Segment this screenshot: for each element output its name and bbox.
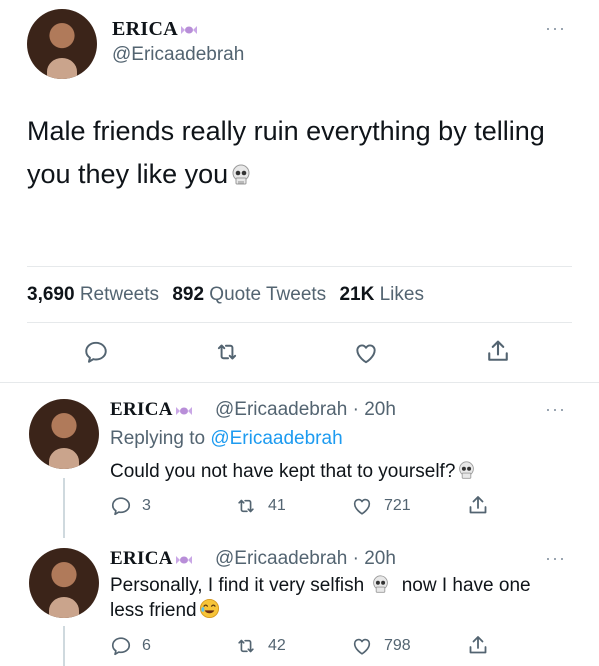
reply-icon	[85, 341, 107, 363]
retweets-label[interactable]: Retweets	[80, 284, 159, 305]
display-name[interactable]: ERICA	[110, 399, 192, 421]
replying-to-handle[interactable]: @Ericaadebrah	[210, 428, 342, 449]
more-icon[interactable]: ···	[545, 548, 566, 569]
skull-emoji-icon	[373, 575, 389, 593]
like-count: 721	[384, 497, 411, 514]
reply-count: 6	[142, 637, 151, 654]
candy-emoji-icon	[175, 406, 192, 415]
retweet-button[interactable]: 41	[234, 495, 286, 517]
tweet-meta[interactable]: @Ericaadebrah · 20h	[215, 548, 396, 570]
tweet-text-content: Male friends really ruin everything by t…	[27, 116, 545, 189]
reply-text-line2: less friend	[110, 600, 197, 621]
display-name-text: ERICA	[110, 548, 173, 569]
tweet-stats: 3,690 Retweets 892 Quote Tweets 21K Like…	[27, 284, 432, 306]
quotes-count[interactable]: 892	[172, 284, 204, 305]
reply-text-part2: now I have one	[401, 575, 531, 596]
share-icon	[469, 496, 487, 514]
likes-label[interactable]: Likes	[380, 284, 424, 305]
share-button[interactable]	[466, 493, 490, 517]
avatar[interactable]	[29, 548, 99, 618]
tweet-text: Male friends really ruin everything by t…	[27, 110, 567, 196]
like-count: 798	[384, 637, 411, 654]
like-icon	[353, 498, 371, 515]
reply-icon	[111, 497, 131, 516]
tweet-meta[interactable]: @Ericaadebrah · 20h	[215, 399, 396, 421]
avatar[interactable]	[27, 9, 97, 79]
skull-emoji-icon	[232, 164, 250, 185]
skull-emoji-icon	[459, 461, 475, 479]
replying-to-label: Replying to	[110, 428, 206, 449]
share-button[interactable]	[466, 633, 490, 657]
likes-count[interactable]: 21K	[339, 284, 374, 305]
share-icon	[469, 636, 487, 654]
retweet-button[interactable]: 42	[234, 635, 286, 657]
retweet-count: 42	[268, 637, 286, 654]
divider	[27, 266, 572, 267]
share-icon	[488, 340, 508, 361]
share-button[interactable]	[484, 337, 512, 365]
reply-text: Could you not have kept that to yourself…	[110, 459, 550, 484]
retweet-count: 41	[268, 497, 286, 514]
retweet-icon	[238, 499, 254, 513]
reply-text: Personally, I find it very selfish now I…	[110, 573, 590, 623]
like-button[interactable]: 798	[350, 635, 411, 657]
display-name-text: ERICA	[112, 18, 178, 40]
candy-emoji-icon	[180, 26, 197, 35]
handle[interactable]: @Ericaadebrah	[112, 44, 244, 66]
display-name[interactable]: ERICA	[112, 18, 197, 41]
more-icon[interactable]: ···	[545, 399, 566, 420]
thread-line	[63, 478, 65, 538]
like-icon	[356, 344, 376, 364]
display-name-text: ERICA	[110, 399, 173, 420]
replying-to: Replying to @Ericaadebrah	[110, 428, 343, 450]
laughing-emoji-icon	[199, 598, 219, 619]
retweet-button[interactable]	[213, 339, 241, 365]
reply-button[interactable]	[83, 339, 109, 365]
retweet-icon	[217, 344, 237, 360]
candy-emoji-icon	[175, 555, 192, 564]
more-icon[interactable]: ···	[545, 18, 566, 39]
reply-text-part1: Personally, I find it very selfish	[110, 575, 365, 596]
retweet-icon	[238, 639, 254, 653]
like-button[interactable]: 721	[350, 495, 411, 517]
reply-button[interactable]: 6	[110, 635, 151, 657]
like-icon	[353, 638, 371, 655]
display-name[interactable]: ERICA	[110, 548, 192, 570]
retweets-count[interactable]: 3,690	[27, 284, 75, 305]
reply-icon	[111, 637, 131, 656]
reply-text-content: Could you not have kept that to yourself…	[110, 461, 456, 482]
reply-count: 3	[142, 497, 151, 514]
reply-button[interactable]: 3	[110, 495, 151, 517]
divider	[27, 322, 572, 323]
divider	[0, 382, 599, 383]
avatar[interactable]	[29, 399, 99, 469]
thread-line	[63, 626, 65, 666]
quotes-label[interactable]: Quote Tweets	[209, 284, 326, 305]
like-button[interactable]	[352, 340, 380, 366]
